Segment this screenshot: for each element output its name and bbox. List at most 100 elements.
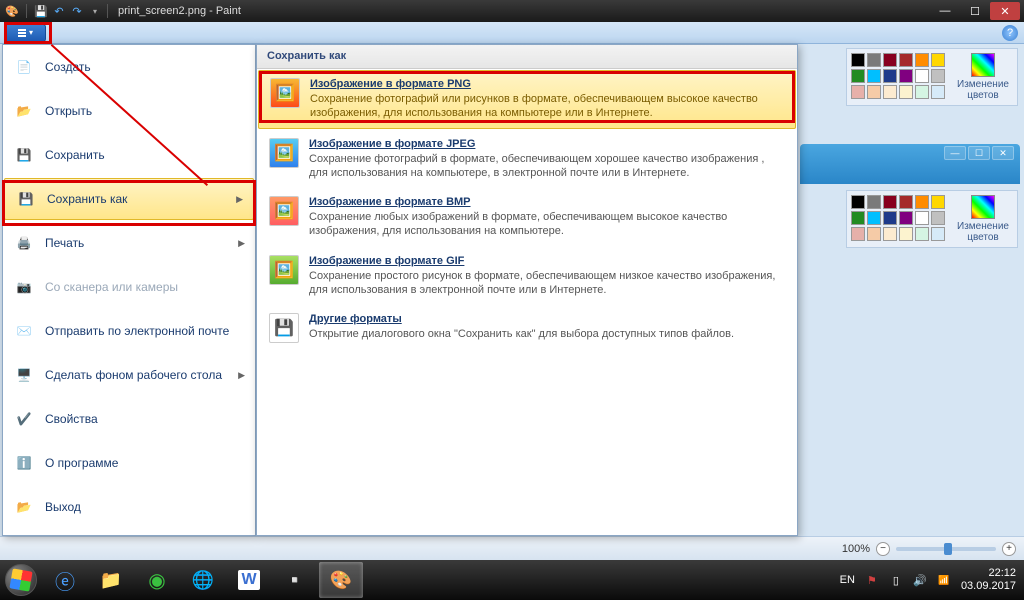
- save-icon[interactable]: 💾: [33, 3, 49, 19]
- file-menu-properties[interactable]: ✔️ Свойства: [3, 397, 255, 441]
- taskbar-chrome[interactable]: 🌐: [181, 562, 225, 598]
- color-swatch[interactable]: [883, 53, 897, 67]
- save-as-bmp[interactable]: 🖼️ Изображение в формате BMP Сохранение …: [257, 188, 797, 247]
- undo-icon[interactable]: ↶: [51, 3, 67, 19]
- save-as-gif[interactable]: 🖼️ Изображение в формате GIF Сохранение …: [257, 247, 797, 306]
- color-swatch[interactable]: [851, 211, 865, 225]
- tray-battery-icon[interactable]: ▯: [889, 573, 903, 587]
- save-as-png[interactable]: 🖼️ Изображение в формате PNG Сохранение …: [258, 70, 796, 129]
- close-button[interactable]: ✕: [990, 2, 1020, 20]
- taskbar-app-green[interactable]: ◉: [135, 562, 179, 598]
- file-menu-button[interactable]: ▾: [4, 24, 46, 42]
- bg-close-button[interactable]: ✕: [992, 146, 1014, 160]
- color-swatch[interactable]: [883, 211, 897, 225]
- taskbar: ⓔ 📁 ◉ 🌐 W ▫️ 🎨 EN ⚑ ▯ 🔊 📶 22:12 03.09.20…: [0, 560, 1024, 600]
- language-indicator[interactable]: EN: [840, 574, 855, 586]
- color-swatches[interactable]: [851, 195, 945, 243]
- save-as-item-title: Другие форматы: [309, 313, 734, 325]
- color-swatch[interactable]: [931, 85, 945, 99]
- color-swatch[interactable]: [899, 195, 913, 209]
- paint-palette-icon: 🎨: [330, 570, 352, 591]
- zoom-slider-thumb[interactable]: [944, 543, 952, 555]
- tray-volume-icon[interactable]: 🔊: [913, 573, 927, 587]
- start-button[interactable]: [0, 560, 42, 600]
- color-swatch[interactable]: [915, 85, 929, 99]
- zoom-slider[interactable]: [896, 547, 996, 551]
- taskbar-explorer[interactable]: 📁: [89, 562, 133, 598]
- bg-minimize-button[interactable]: —: [944, 146, 966, 160]
- color-swatch[interactable]: [915, 195, 929, 209]
- save-as-item-desc: Сохранение фотографий или рисунков в фор…: [310, 92, 784, 121]
- color-swatch[interactable]: [899, 211, 913, 225]
- tray-clock[interactable]: 22:12 03.09.2017: [961, 567, 1016, 593]
- file-menu-save-as[interactable]: 💾 Сохранить как ▶: [4, 178, 254, 220]
- save-as-item-title: Изображение в формате PNG: [310, 78, 784, 90]
- color-swatch[interactable]: [867, 211, 881, 225]
- color-swatch[interactable]: [851, 195, 865, 209]
- color-swatch[interactable]: [931, 69, 945, 83]
- edit-colors-button[interactable]: Изменение цветов: [953, 195, 1013, 243]
- taskbar-word[interactable]: W: [227, 562, 271, 598]
- color-swatch[interactable]: [899, 69, 913, 83]
- save-as-jpeg[interactable]: 🖼️ Изображение в формате JPEG Сохранение…: [257, 130, 797, 189]
- file-menu-about[interactable]: ℹ️ О программе: [3, 441, 255, 485]
- color-swatch[interactable]: [931, 227, 945, 241]
- color-swatch[interactable]: [883, 85, 897, 99]
- file-menu-open[interactable]: 📂 Открыть: [3, 89, 255, 133]
- edit-colors-label: Изменение цветов: [957, 221, 1009, 243]
- color-swatch[interactable]: [899, 53, 913, 67]
- background-window-frame: — ☐ ✕: [800, 144, 1020, 184]
- file-menu-label: Сделать фоном рабочего стола: [45, 368, 222, 382]
- color-swatch[interactable]: [867, 69, 881, 83]
- qat-customize-icon[interactable]: ▾: [87, 3, 103, 19]
- file-menu-print[interactable]: 🖨️ Печать ▶: [3, 221, 255, 265]
- color-swatch[interactable]: [883, 227, 897, 241]
- color-swatch[interactable]: [867, 53, 881, 67]
- color-swatch[interactable]: [899, 227, 913, 241]
- color-swatch[interactable]: [931, 195, 945, 209]
- help-icon[interactable]: ?: [1002, 25, 1018, 41]
- tray-flag-icon[interactable]: ⚑: [865, 573, 879, 587]
- color-swatch[interactable]: [931, 211, 945, 225]
- tray-time: 22:12: [961, 567, 1016, 580]
- color-swatch[interactable]: [867, 195, 881, 209]
- color-swatches[interactable]: [851, 53, 945, 101]
- chrome-icon: 🌐: [192, 570, 214, 591]
- save-as-other[interactable]: 💾 Другие форматы Открытие диалогового ок…: [257, 305, 797, 351]
- caret-down-icon: ▾: [29, 28, 33, 37]
- maximize-button[interactable]: ☐: [960, 2, 990, 20]
- color-swatch[interactable]: [883, 69, 897, 83]
- color-swatch[interactable]: [851, 85, 865, 99]
- taskbar-paint[interactable]: 🎨: [319, 562, 363, 598]
- email-icon: ✉️: [13, 320, 35, 342]
- taskbar-ie[interactable]: ⓔ: [43, 562, 87, 598]
- bg-maximize-button[interactable]: ☐: [968, 146, 990, 160]
- color-swatch[interactable]: [851, 69, 865, 83]
- file-menu-set-desktop[interactable]: 🖥️ Сделать фоном рабочего стола ▶: [3, 353, 255, 397]
- taskbar-app-blue[interactable]: ▫️: [273, 562, 317, 598]
- file-menu-exit[interactable]: 📂 Выход: [3, 485, 255, 529]
- color-swatch[interactable]: [867, 85, 881, 99]
- color-swatch[interactable]: [915, 227, 929, 241]
- tray-network-icon[interactable]: 📶: [937, 573, 951, 587]
- edit-colors-button[interactable]: Изменение цветов: [953, 53, 1013, 101]
- color-swatch[interactable]: [915, 53, 929, 67]
- color-swatch[interactable]: [899, 85, 913, 99]
- color-swatch[interactable]: [851, 53, 865, 67]
- bmp-format-icon: 🖼️: [269, 196, 299, 226]
- color-swatch[interactable]: [915, 69, 929, 83]
- png-format-icon: 🖼️: [270, 78, 300, 108]
- zoom-in-button[interactable]: +: [1002, 542, 1016, 556]
- file-menu-save[interactable]: 💾 Сохранить: [3, 133, 255, 177]
- zoom-out-button[interactable]: −: [876, 542, 890, 556]
- color-swatch[interactable]: [915, 211, 929, 225]
- save-as-item-desc: Сохранение простого рисунок в формате, о…: [309, 269, 785, 298]
- file-menu-email[interactable]: ✉️ Отправить по электронной почте: [3, 309, 255, 353]
- minimize-button[interactable]: —: [930, 2, 960, 20]
- color-swatch[interactable]: [931, 53, 945, 67]
- redo-icon[interactable]: ↷: [69, 3, 85, 19]
- color-swatch[interactable]: [883, 195, 897, 209]
- file-menu-new[interactable]: 📄 Создать: [3, 45, 255, 89]
- color-swatch[interactable]: [867, 227, 881, 241]
- color-swatch[interactable]: [851, 227, 865, 241]
